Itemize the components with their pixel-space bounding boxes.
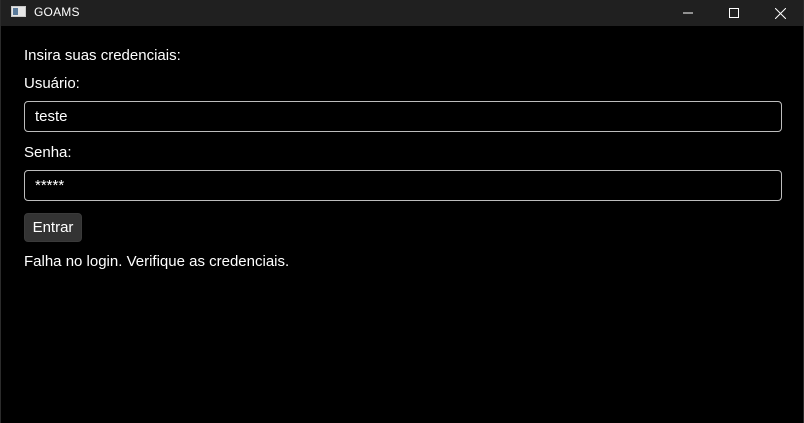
app-window-icon [11,6,26,17]
username-input[interactable] [24,101,782,132]
credentials-prompt: Insira suas credenciais: [24,47,181,64]
close-icon [774,7,786,19]
minimize-button[interactable] [665,0,711,26]
minimize-icon [683,12,693,14]
maximize-button[interactable] [711,0,757,26]
login-form: Insira suas credenciais: Usuário: Senha:… [1,26,803,423]
enter-button[interactable]: Entrar [24,213,82,242]
password-input[interactable] [24,170,782,201]
title-bar[interactable]: GOAMS [1,0,803,26]
password-label: Senha: [24,144,72,161]
close-button[interactable] [757,0,803,26]
login-window: GOAMS Insira suas credenciais: Usuário: … [0,0,804,423]
login-status-message: Falha no login. Verifique as credenciais… [24,253,290,270]
maximize-icon [729,8,739,18]
username-label: Usuário: [24,75,80,92]
window-title: GOAMS [34,5,80,19]
